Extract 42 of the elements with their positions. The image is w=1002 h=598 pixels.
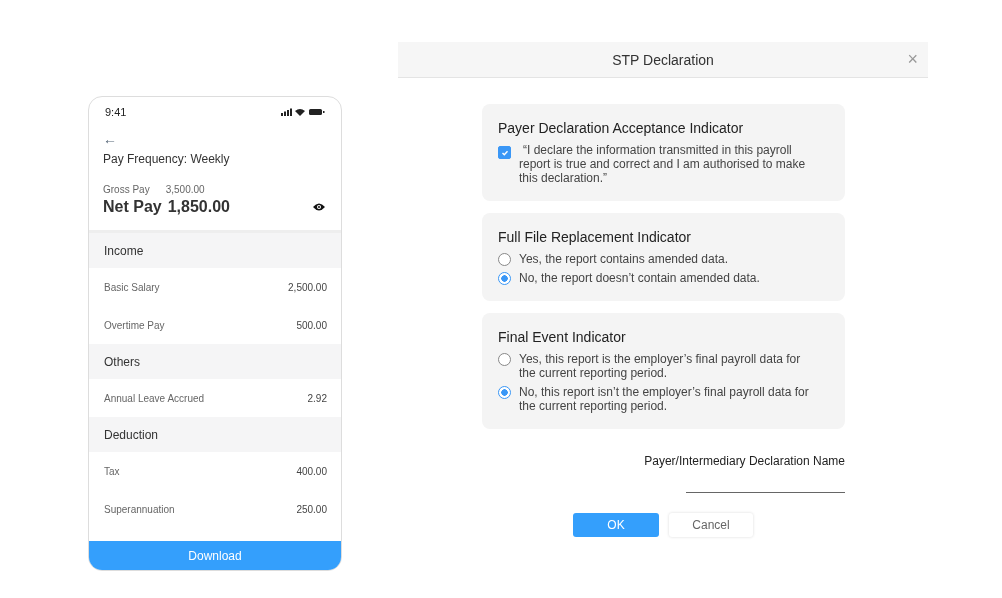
radio-button[interactable] [498, 272, 511, 285]
declaration-text: “I declare the information transmitted in this payroll report is true and correct and I am authorised to make this declaration.” [519, 143, 807, 185]
section-header: Others [89, 344, 341, 379]
item-label: Overtime Pay [104, 319, 165, 331]
item-label: Superannuation [104, 503, 175, 515]
card-title: Payer Declaration Acceptance Indicator [498, 120, 745, 136]
name-label: Payer/Intermediary Declaration Name [644, 454, 845, 468]
back-arrow[interactable]: ← [103, 131, 117, 147]
card-title: Final Event Indicator [498, 329, 627, 345]
check-icon [500, 148, 509, 157]
item-label: Tax [104, 465, 120, 477]
item-label: Annual Leave Accrued [104, 392, 205, 404]
item-value: 2.92 [307, 392, 327, 404]
close-button[interactable]: × [907, 51, 918, 67]
status-time: 9:41 [105, 106, 127, 118]
radio-button[interactable] [498, 353, 511, 366]
item-value: 2,500.00 [288, 281, 327, 293]
cancel-button[interactable]: Cancel [669, 513, 753, 537]
eye-icon[interactable] [313, 203, 325, 211]
item-value: 400.00 [296, 465, 327, 477]
option-label: No, the report doesn’t contain amended data. [519, 271, 760, 285]
section-header: Income [89, 233, 341, 268]
option-label: Yes, the report contains amended data. [519, 252, 729, 266]
net-pay-value: 1,850.00 [167, 198, 230, 216]
gross-pay-value: 3,500.00 [165, 184, 205, 195]
option-label: Yes, this report is the employer’s final payroll data for the current reporting period. [519, 352, 802, 380]
ok-button[interactable]: OK [573, 513, 659, 537]
net-pay-label: Net Pay [103, 198, 162, 216]
item-value: 250.00 [296, 503, 327, 515]
radio-button[interactable] [498, 253, 511, 266]
card-title: Full File Replacement Indicator [498, 229, 692, 245]
gross-pay-label: Gross Pay [103, 184, 150, 195]
item-label: Basic Salary [104, 281, 160, 293]
checkbox[interactable] [498, 146, 511, 159]
download-button[interactable]: Download [89, 541, 341, 570]
section-header: Deduction [89, 417, 341, 452]
item-value: 500.00 [296, 319, 327, 331]
pay-frequency: Pay Frequency: Weekly [103, 152, 231, 166]
dialog-title: STP Declaration [612, 51, 714, 68]
option-label: No, this report isn’t the employer’s final payroll data for the current reporting period. [519, 385, 810, 413]
status-icons [281, 108, 325, 116]
radio-button[interactable] [498, 386, 511, 399]
